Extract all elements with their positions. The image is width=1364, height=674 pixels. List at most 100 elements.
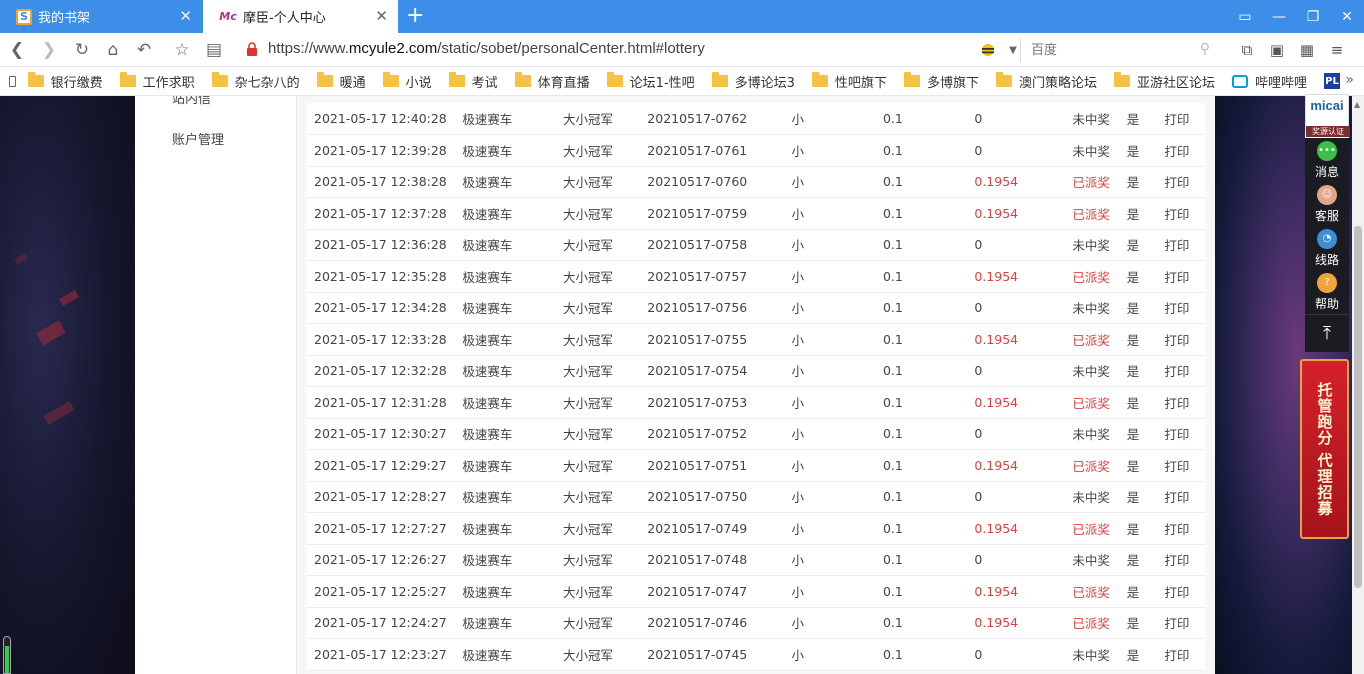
bet-amount-cell: 0.1 — [882, 386, 975, 419]
print-link[interactable]: 打印 — [1164, 134, 1205, 167]
screenshot-icon[interactable]: ⧉ — [1236, 39, 1258, 61]
print-link[interactable]: 打印 — [1164, 197, 1205, 230]
print-link[interactable]: 打印 — [1164, 638, 1205, 671]
minimize-icon[interactable]: — — [1262, 0, 1296, 33]
print-link[interactable]: 打印 — [1164, 260, 1205, 293]
print-link[interactable]: 打印 — [1164, 323, 1205, 356]
issue-number-cell: 20210517-0750 — [647, 481, 792, 513]
flag-cell: 是 — [1126, 260, 1165, 293]
print-link[interactable]: 打印 — [1164, 229, 1205, 261]
route-button[interactable]: ◔ 线路 — [1305, 226, 1349, 270]
scroll-up-icon[interactable]: ▲ — [1354, 100, 1360, 109]
print-link[interactable]: 打印 — [1164, 292, 1205, 324]
prize-status-cell: 已派奖 — [1055, 386, 1127, 419]
customer-service-label: 客服 — [1314, 208, 1339, 223]
more-bookmarks-icon[interactable]: » — [1345, 72, 1354, 88]
tab-bookshelf[interactable]: S 我的书架 ✕ — [0, 0, 202, 33]
sidebar-toggle-icon[interactable]: ▭ — [1228, 0, 1262, 33]
scrollbar[interactable]: ▲ — [1352, 96, 1364, 674]
undo-icon[interactable]: ↶ — [133, 39, 155, 61]
home-icon[interactable]: ⌂ — [102, 39, 124, 61]
bookmark-item[interactable]: 考试 — [448, 72, 498, 91]
close-icon[interactable]: ✕ — [375, 8, 388, 24]
scrollbar-thumb[interactable] — [1354, 226, 1362, 588]
game-cell: 极速赛车 — [462, 197, 563, 230]
issue-number-cell: 20210517-0760 — [647, 166, 792, 198]
bookmark-item[interactable]: 体育直播 — [514, 72, 590, 91]
sidebar-item-account-management[interactable]: 账户管理 — [172, 129, 224, 148]
bet-time-cell: 2021-05-17 12:31:28 — [307, 386, 463, 419]
bookmark-item[interactable]: 工作求职 — [119, 72, 195, 91]
customer-service-button[interactable]: ☺ 客服 — [1305, 182, 1349, 226]
reader-icon[interactable]: ▤ — [203, 39, 225, 61]
tab-personal-center[interactable]: Mc 摩臣-个人中心 ✕ — [203, 0, 398, 33]
briefcase-icon[interactable]: ▣ — [1266, 39, 1288, 61]
forward-icon[interactable]: ❯ — [38, 39, 60, 61]
bookmark-item[interactable]: 澳门策略论坛 — [995, 72, 1097, 91]
game-cell: 极速赛车 — [462, 638, 563, 671]
flag-cell: 是 — [1126, 544, 1165, 576]
bookmark-item[interactable]: 多博论坛3 — [711, 72, 795, 91]
issue-number-cell: 20210517-0754 — [647, 355, 792, 387]
print-link[interactable]: 打印 — [1164, 355, 1205, 387]
print-link[interactable]: 打印 — [1164, 449, 1205, 482]
print-link[interactable]: 打印 — [1164, 607, 1205, 639]
bookmark-item[interactable]: 多博旗下 — [903, 72, 979, 91]
issue-number-cell: 20210517-0762 — [647, 103, 792, 135]
sidebar-item-messages[interactable]: 站内信 — [172, 96, 211, 107]
micai-badge[interactable]: micai 奖源认证 — [1305, 94, 1350, 137]
close-window-icon[interactable]: ✕ — [1330, 0, 1364, 33]
navigation-bar: ❮ ❯ ↻ ⌂ ↶ ☆ ▤ https://www.mcyule2.com/st… — [0, 33, 1364, 67]
new-tab-button[interactable]: + — [406, 4, 424, 28]
game-cell: 极速赛车 — [462, 260, 563, 293]
game-cell: 极速赛车 — [462, 512, 563, 545]
bet-amount-cell: 0.1 — [882, 544, 975, 576]
pl-icon: PL — [1324, 73, 1340, 89]
refresh-icon[interactable]: ↻ — [71, 39, 93, 61]
bookmark-item[interactable]: 小说 — [382, 72, 432, 91]
bet-content-cell: 小 — [791, 229, 883, 261]
restore-icon[interactable]: ❐ — [1296, 0, 1330, 33]
win-amount-cell: 0.1954 — [974, 512, 1056, 545]
print-link[interactable]: 打印 — [1164, 544, 1205, 576]
bookmark-item[interactable]: 杂七杂八的 — [211, 72, 300, 91]
back-icon[interactable]: ❮ — [6, 39, 28, 61]
print-link[interactable]: 打印 — [1164, 481, 1205, 513]
search-input[interactable] — [1021, 38, 1191, 62]
bet-content-cell: 小 — [791, 544, 883, 576]
prize-status-cell: 未中奖 — [1055, 355, 1127, 387]
print-link[interactable]: 打印 — [1164, 386, 1205, 419]
print-link[interactable]: 打印 — [1164, 575, 1205, 608]
play-type-cell: 大小冠军 — [562, 481, 648, 513]
print-link[interactable]: 打印 — [1164, 418, 1205, 450]
bookmark-item[interactable]: 论坛1-性吧 — [606, 72, 695, 91]
game-cell: 极速赛车 — [462, 607, 563, 639]
bet-amount-cell: 0.1 — [882, 197, 975, 230]
back-to-top-icon[interactable]: ⤒ — [1305, 314, 1349, 352]
bookmark-item[interactable]: 银行缴费 — [27, 72, 103, 91]
bookmark-item[interactable]: 暖通 — [316, 72, 366, 91]
menu-icon[interactable]: ≡ — [1326, 39, 1348, 61]
flag-cell: 是 — [1126, 418, 1165, 450]
search-icon[interactable]: ⚲ — [1200, 41, 1210, 57]
game-cell: 极速赛车 — [462, 229, 563, 261]
bookmark-item[interactable]: 性吧旗下 — [811, 72, 887, 91]
bookmark-item[interactable]: 哔哩哔哩 — [1231, 72, 1307, 91]
bookmark-item[interactable]: PL — [1324, 73, 1347, 89]
agent-recruit-banner[interactable]: 托管跑分 代理招募 — [1300, 359, 1349, 539]
print-link[interactable]: 打印 — [1164, 103, 1205, 135]
bookmarks-toggle-icon[interactable] — [9, 75, 16, 87]
apps-icon[interactable]: ▦ — [1296, 39, 1318, 61]
win-amount-cell: 0 — [974, 481, 1056, 513]
address-bar[interactable]: https://www.mcyule2.com/static/sobet/per… — [268, 40, 705, 57]
print-link[interactable]: 打印 — [1164, 166, 1205, 198]
message-button[interactable]: ••• 消息 — [1305, 138, 1349, 182]
search-box: ⚲ — [1020, 38, 1220, 62]
print-link[interactable]: 打印 — [1164, 512, 1205, 545]
help-button[interactable]: ? 帮助 — [1305, 270, 1349, 314]
star-icon[interactable]: ☆ — [171, 39, 193, 61]
bookmark-item[interactable]: 亚游社区论坛 — [1113, 72, 1215, 91]
flag-cell: 是 — [1126, 386, 1165, 419]
bee-extension-icon[interactable] — [978, 41, 998, 59]
close-icon[interactable]: ✕ — [179, 8, 192, 24]
